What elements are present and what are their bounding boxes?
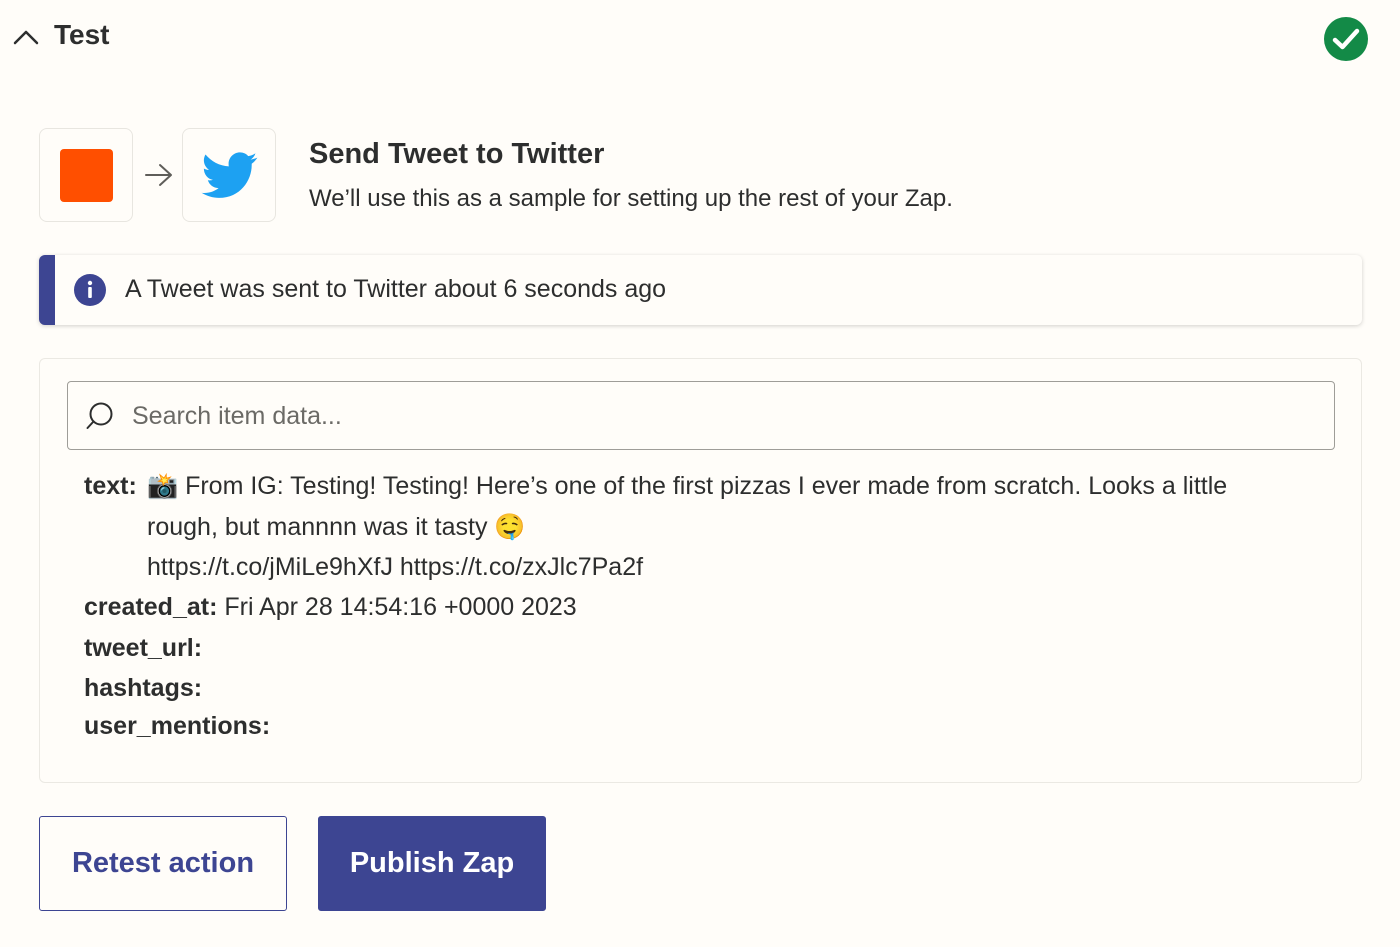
field-key: created_at:: [84, 593, 218, 621]
field-text-key: text:: [84, 466, 137, 506]
field-key: user_mentions:: [84, 712, 271, 740]
section-title: Test: [54, 19, 110, 50]
alert-text: A Tweet was sent to Twitter about 6 seco…: [125, 275, 667, 303]
orange-square-icon: [60, 149, 113, 202]
twitter-bird-icon: [201, 152, 258, 198]
field-user-mentions: user_mentions:: [84, 706, 270, 746]
field-key: hashtags:: [84, 674, 203, 702]
retest-action-button[interactable]: Retest action: [39, 816, 287, 911]
step-subtitle: We’ll use this as a sample for setting u…: [309, 185, 953, 212]
arrow-right-icon: [145, 164, 172, 186]
check-circle-icon: [1324, 17, 1368, 61]
step-title: Send Tweet to Twitter: [309, 138, 605, 170]
action-app-tile: [182, 128, 276, 222]
publish-zap-button[interactable]: Publish Zap: [318, 816, 546, 911]
info-icon: [74, 274, 106, 306]
test-section-header[interactable]: Test: [0, 0, 1400, 78]
sample-data-panel: text: 📸 From IG: Testing! Testing! Here’…: [39, 358, 1362, 783]
chevron-up-icon[interactable]: [12, 26, 40, 48]
text-value-line-2: rough, but mannnn was it tasty 🤤: [147, 512, 526, 541]
field-created-at: created_at: Fri Apr 28 14:54:16 +0000 20…: [84, 587, 577, 627]
field-value: Fri Apr 28 14:54:16 +0000 2023: [224, 593, 577, 621]
field-tweet-url: tweet_url:: [84, 628, 202, 668]
text-value-line-3: https://t.co/jMiLe9hXfJ https://t.co/zxJ…: [147, 553, 644, 581]
search-input[interactable]: [130, 394, 1314, 438]
search-box[interactable]: [67, 381, 1335, 450]
search-icon: [86, 402, 113, 429]
trigger-app-tile: [39, 128, 133, 222]
field-hashtags: hashtags:: [84, 668, 202, 708]
field-key: text:: [84, 472, 137, 500]
field-text-value: 📸 From IG: Testing! Testing! Here’s one …: [147, 466, 1317, 588]
info-alert: A Tweet was sent to Twitter about 6 seco…: [39, 255, 1362, 325]
field-key: tweet_url:: [84, 634, 203, 662]
text-value-line-1: 📸 From IG: Testing! Testing! Here’s one …: [147, 472, 1228, 500]
